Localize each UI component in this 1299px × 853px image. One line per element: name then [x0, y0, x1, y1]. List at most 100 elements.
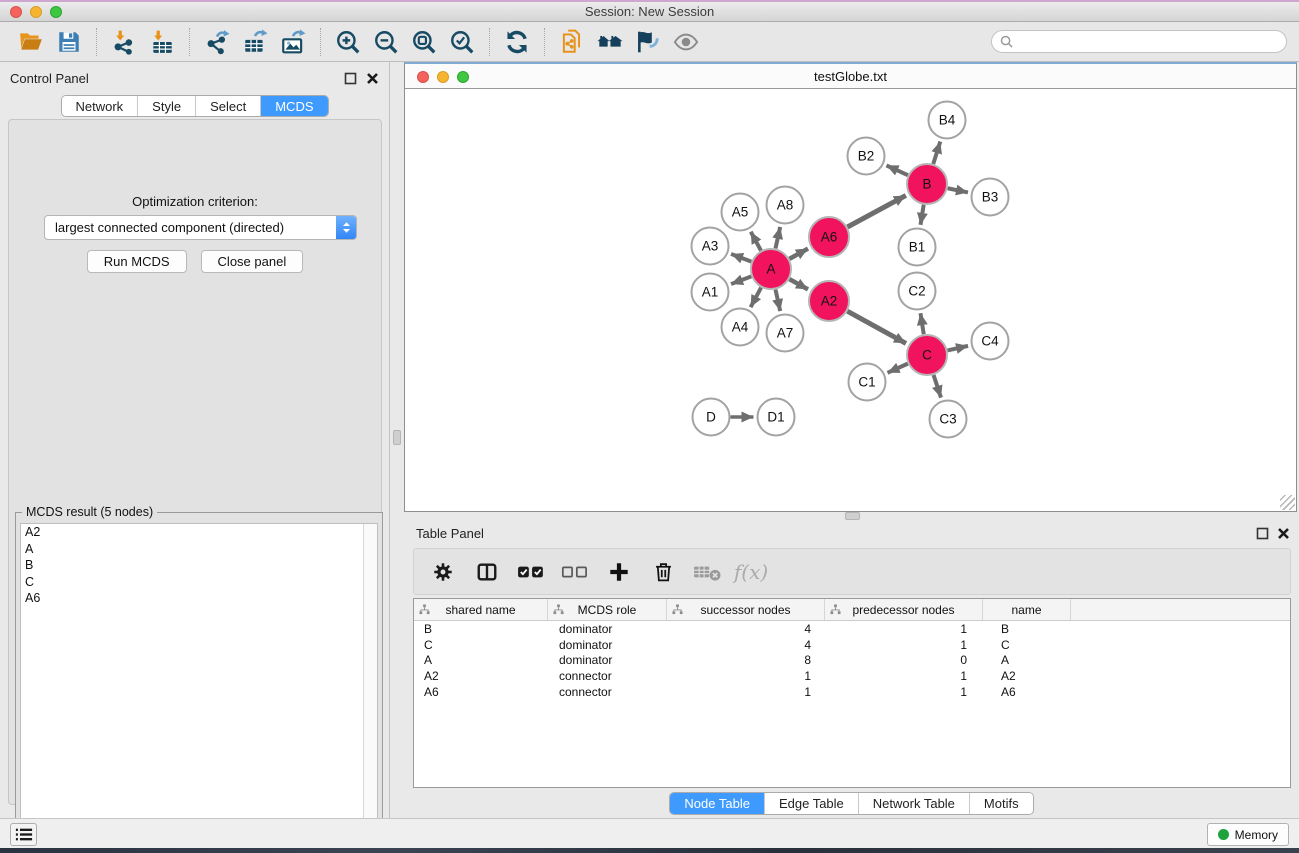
- hide-annotations-button[interactable]: [629, 26, 667, 58]
- import-table-button[interactable]: [143, 26, 181, 58]
- column-header-shared-name[interactable]: shared name: [414, 599, 548, 620]
- save-session-button[interactable]: [50, 26, 88, 58]
- run-mcds-button[interactable]: Run MCDS: [87, 250, 187, 273]
- tab-mcds[interactable]: MCDS: [261, 96, 327, 116]
- delete-table-button[interactable]: [690, 555, 724, 589]
- tab-node-table[interactable]: Node Table: [670, 793, 765, 814]
- zoom-fit-button[interactable]: [405, 26, 443, 58]
- tab-edge-table[interactable]: Edge Table: [765, 793, 859, 814]
- graph-edge-B-B4[interactable]: [933, 141, 940, 163]
- zoom-out-button[interactable]: [367, 26, 405, 58]
- graph-node-label: A: [766, 262, 775, 277]
- graph-edge-C-C4[interactable]: [947, 346, 968, 351]
- select-stepper[interactable]: [336, 216, 356, 239]
- column-header-predecessor-nodes[interactable]: predecessor nodes: [825, 599, 983, 620]
- show-eye-button[interactable]: [667, 26, 705, 58]
- mcds-result-box: MCDS result (5 nodes) A2ABCA6: [15, 512, 383, 853]
- refresh-button[interactable]: [498, 26, 536, 58]
- graph-edge-A-A8[interactable]: [775, 227, 780, 249]
- memory-status-dot: [1218, 829, 1229, 840]
- table-row[interactable]: A2connector11A2: [414, 668, 1290, 684]
- criterion-select[interactable]: largest connected component (directed): [44, 215, 357, 240]
- create-network-from-file-button[interactable]: [553, 26, 591, 58]
- table-row[interactable]: Cdominator41C: [414, 637, 1290, 653]
- close-panel-button[interactable]: Close panel: [201, 250, 304, 273]
- column-header-name[interactable]: name: [983, 599, 1071, 620]
- export-table-button[interactable]: [236, 26, 274, 58]
- graph-edge-A-A3[interactable]: [731, 254, 751, 262]
- mcds-result-list[interactable]: A2ABCA6: [20, 523, 378, 851]
- graph-edge-C-C1[interactable]: [888, 364, 908, 373]
- tab-network-table[interactable]: Network Table: [859, 793, 970, 814]
- graph-edge-A-A6[interactable]: [789, 249, 808, 259]
- function-builder-button[interactable]: f(x): [734, 555, 768, 589]
- graph-edge-C-C3[interactable]: [934, 375, 941, 398]
- close-panel-icon[interactable]: [366, 72, 379, 85]
- table-row[interactable]: Adominator80A: [414, 653, 1290, 669]
- vertical-splitter-handle[interactable]: [393, 430, 401, 445]
- export-image-icon: [280, 29, 306, 55]
- memory-button[interactable]: Memory: [1207, 823, 1289, 846]
- columns-icon: [475, 561, 499, 583]
- mcds-result-item[interactable]: A6: [21, 590, 377, 607]
- tab-style[interactable]: Style: [138, 96, 196, 116]
- home-button[interactable]: [591, 26, 629, 58]
- window-resize-grip[interactable]: [1280, 495, 1295, 510]
- search-field[interactable]: [991, 30, 1287, 53]
- network-canvas[interactable]: B4B2BB3A5A8A6A3AB1A1C2A2A4A7CC4C1C3DD1: [405, 89, 1296, 511]
- graph-edge-A-A1[interactable]: [731, 276, 751, 284]
- mcds-result-item[interactable]: A: [21, 541, 377, 558]
- column-header-MCDS-role[interactable]: MCDS role: [548, 599, 667, 620]
- table-row[interactable]: Bdominator41B: [414, 621, 1290, 637]
- graph-edge-A2-C[interactable]: [847, 311, 906, 343]
- network-window-titlebar[interactable]: testGlobe.txt: [405, 64, 1296, 89]
- network-view-window: testGlobe.txt B4B2BB3A5A8A6A3AB1A1C2A2A4…: [404, 62, 1297, 512]
- graph-edge-B-B1[interactable]: [921, 205, 924, 225]
- horizontal-splitter-handle[interactable]: [845, 512, 860, 520]
- float-panel-icon[interactable]: [344, 72, 357, 85]
- tab-motifs[interactable]: Motifs: [970, 793, 1033, 814]
- close-panel-icon[interactable]: [1277, 527, 1290, 540]
- graph-edge-A-A7[interactable]: [775, 290, 780, 312]
- add-column-button[interactable]: [602, 555, 636, 589]
- cytoscape-app-window: Session: New Session: [0, 0, 1299, 853]
- select-all-button[interactable]: [514, 555, 548, 589]
- mcds-result-item[interactable]: B: [21, 557, 377, 574]
- graph-edge-A-A5[interactable]: [751, 232, 761, 251]
- delete-column-button[interactable]: [646, 555, 680, 589]
- graph-edge-A6-B[interactable]: [847, 195, 905, 227]
- open-folder-icon: [18, 29, 44, 55]
- tab-select[interactable]: Select: [196, 96, 261, 116]
- graph-edge-B-B3[interactable]: [948, 188, 968, 192]
- double-home-icon: [597, 29, 623, 55]
- export-network-button[interactable]: [198, 26, 236, 58]
- deselect-all-button[interactable]: [558, 555, 592, 589]
- table-settings-button[interactable]: [426, 555, 460, 589]
- tab-network[interactable]: Network: [61, 96, 138, 116]
- zoom-in-button[interactable]: [329, 26, 367, 58]
- search-input[interactable]: [1018, 33, 1286, 51]
- mcds-result-item[interactable]: C: [21, 574, 377, 591]
- column-header-successor-nodes[interactable]: successor nodes: [667, 599, 825, 620]
- graph-edge-C-C2[interactable]: [920, 313, 923, 334]
- task-history-button[interactable]: [10, 823, 37, 846]
- zoom-selected-button[interactable]: [443, 26, 481, 58]
- graph-edge-B-B2[interactable]: [886, 165, 907, 175]
- import-network-button[interactable]: [105, 26, 143, 58]
- scrollbar-track[interactable]: [363, 524, 377, 850]
- graph-edge-A-A2[interactable]: [789, 279, 808, 289]
- graph-node-label: C2: [908, 284, 925, 299]
- mcds-result-item[interactable]: A2: [21, 524, 377, 541]
- open-session-button[interactable]: [12, 26, 50, 58]
- float-panel-icon[interactable]: [1256, 527, 1269, 540]
- network-graph[interactable]: B4B2BB3A5A8A6A3AB1A1C2A2A4A7CC4C1C3DD1: [405, 89, 1296, 511]
- table-row[interactable]: A6connector11A6: [414, 684, 1290, 700]
- graph-node-label: A7: [777, 326, 794, 341]
- show-columns-button[interactable]: [470, 555, 504, 589]
- export-network-icon: [204, 29, 230, 55]
- node-table[interactable]: shared nameMCDS rolesuccessor nodesprede…: [413, 598, 1291, 788]
- graph-node-label: B4: [939, 113, 956, 128]
- export-image-button[interactable]: [274, 26, 312, 58]
- graph-edge-A-A4[interactable]: [751, 288, 761, 308]
- table-panel: Table Panel: [404, 520, 1299, 818]
